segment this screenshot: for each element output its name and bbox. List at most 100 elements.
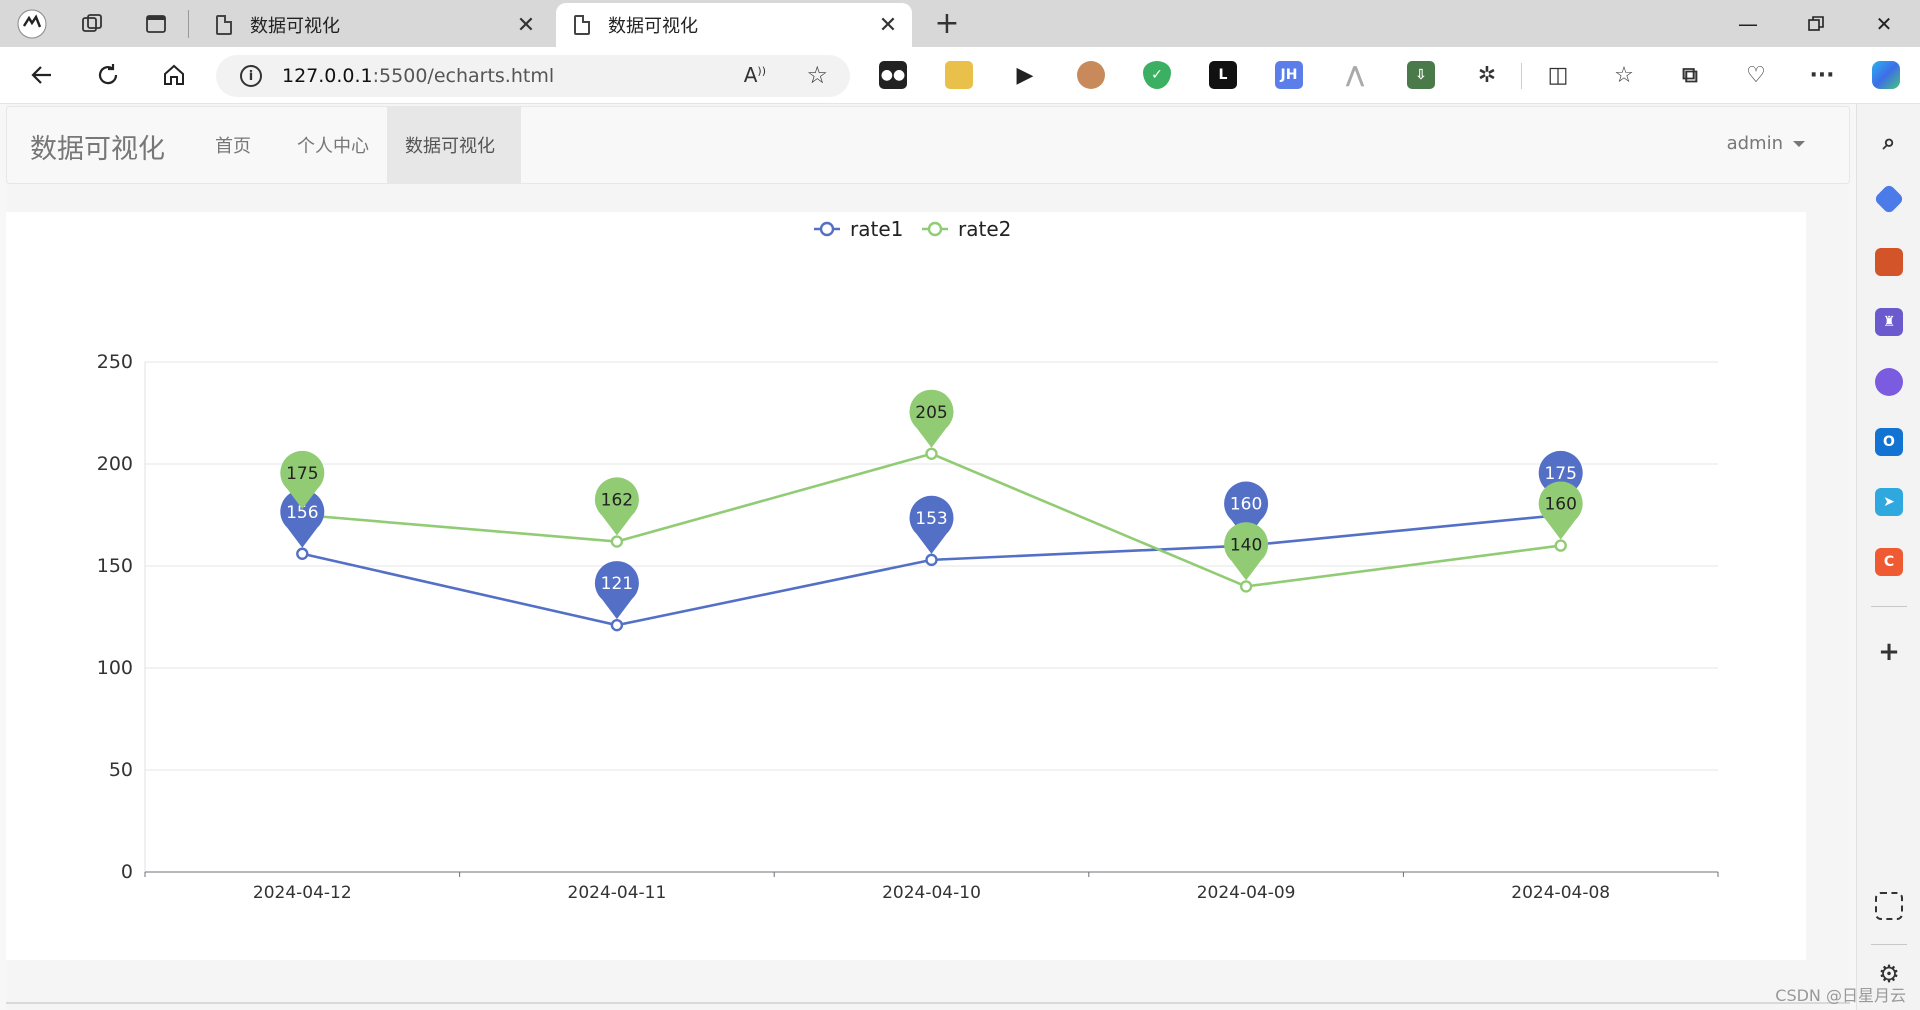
vertical-tabs-icon[interactable]: [140, 8, 172, 40]
value-pin-label: 121: [601, 574, 633, 594]
y-tick-label: 0: [121, 861, 133, 883]
y-tick-label: 150: [97, 555, 133, 577]
data-point-rate2: [1239, 580, 1253, 593]
y-tick-label: 50: [109, 759, 133, 781]
edge-sidebar: ⌕ ♜ O ➤ C + ⚙: [1856, 104, 1920, 1010]
page-content: 数据可视化 首页 个人中心 数据可视化 admin 0 50 100 150 200 25…: [6, 104, 1850, 1010]
browser-essentials-icon[interactable]: ♡: [1742, 61, 1770, 89]
restore-button[interactable]: [1786, 0, 1846, 47]
value-pin-label: 160: [1544, 495, 1576, 515]
tools-icon[interactable]: [1875, 248, 1903, 276]
x-tick-label: 2024-04-09: [1197, 883, 1296, 903]
address-bar[interactable]: i 127.0.0.1:5500/echarts.html A)) ☆: [216, 55, 850, 97]
data-point-rate2: [1554, 539, 1567, 552]
toolbar-separator: [1521, 63, 1522, 89]
y-tick-label: 250: [97, 351, 133, 373]
x-tick-label: 2024-04-10: [882, 883, 981, 903]
favorite-star-icon[interactable]: ☆: [806, 61, 828, 89]
browser-tab-2[interactable]: 数据可视化 ✕: [556, 3, 912, 47]
favorites-icon[interactable]: ☆: [1610, 61, 1638, 89]
legend-marker-rate1: [819, 221, 835, 237]
more-menu-icon[interactable]: ···: [1808, 61, 1836, 89]
browser-tab-1[interactable]: 数据可视化 ✕: [198, 3, 550, 47]
tab-title: 数据可视化: [608, 16, 698, 37]
play-extension-icon[interactable]: ▶: [1011, 61, 1039, 89]
site-navbar: 数据可视化 首页 个人中心 数据可视化 admin: [6, 106, 1850, 184]
extension-icon[interactable]: L: [1209, 61, 1237, 89]
games-icon[interactable]: ♜: [1875, 308, 1903, 336]
outlook-icon[interactable]: O: [1875, 428, 1903, 456]
site-brand[interactable]: 数据可视化: [30, 127, 165, 166]
browser-toolbar: i 127.0.0.1:5500/echarts.html A)) ☆ ●● ▶…: [0, 47, 1920, 104]
microsoft-365-icon[interactable]: [1875, 368, 1903, 396]
line-chart: 0 50 100 150 200 250 2024-04-12 2024-04-11 2024-…: [97, 217, 1719, 903]
tab-title: 数据可视化: [250, 16, 340, 37]
user-dropdown[interactable]: admin: [1727, 133, 1805, 154]
watermark: CSDN @日星月云: [1775, 986, 1906, 1005]
drop-icon[interactable]: ➤: [1875, 488, 1903, 516]
y-tick-label: 100: [97, 657, 133, 679]
legend-marker-rate2: [927, 221, 943, 237]
user-name: admin: [1726, 133, 1783, 154]
sidebar-separator: [1871, 606, 1907, 607]
tab-separator: [188, 10, 189, 38]
x-tick-label: 2024-04-12: [253, 883, 352, 903]
extensions-puzzle-icon[interactable]: ✲: [1473, 61, 1501, 89]
search-icon[interactable]: ⌕: [1875, 128, 1903, 156]
caret-down-icon: [1793, 140, 1805, 147]
extension-icon[interactable]: JH: [1275, 61, 1303, 89]
sidebar-separator: [1871, 944, 1907, 945]
value-pin-label: 205: [915, 403, 947, 423]
value-pin-label: 162: [601, 491, 633, 511]
screenshot-icon[interactable]: [1875, 892, 1903, 920]
add-icon[interactable]: +: [1875, 637, 1903, 667]
chart-container: 0 50 100 150 200 250 2024-04-12 2024-04-11 2024-…: [6, 212, 1806, 960]
document-icon: [216, 15, 232, 35]
workspaces-icon[interactable]: [76, 8, 108, 40]
back-button[interactable]: [24, 57, 60, 93]
data-point-rate1: [296, 547, 309, 560]
extension-icon[interactable]: ●●: [879, 61, 907, 89]
extension-icon[interactable]: ⋀: [1341, 61, 1369, 89]
close-tab-icon[interactable]: ✕: [874, 11, 902, 39]
url-path: :5500/echarts.html: [372, 65, 555, 87]
value-pin-label: 140: [1230, 535, 1262, 555]
profile-avatar-icon[interactable]: [16, 8, 48, 40]
extension-icon[interactable]: [945, 61, 973, 89]
close-tab-icon[interactable]: ✕: [512, 11, 540, 39]
download-extension-icon[interactable]: ⇩: [1407, 61, 1435, 89]
c-app-icon[interactable]: C: [1875, 548, 1903, 576]
shield-extension-icon[interactable]: ✓: [1143, 61, 1171, 89]
collections-icon[interactable]: ⧉: [1676, 61, 1704, 89]
new-tab-button[interactable]: +: [930, 6, 964, 41]
value-pin-label: 175: [286, 464, 318, 484]
site-info-icon[interactable]: i: [240, 65, 262, 87]
nav-item-profile[interactable]: 个人中心: [279, 107, 387, 183]
close-window-button[interactable]: ✕: [1854, 0, 1914, 47]
y-tick-label: 200: [97, 453, 133, 475]
split-screen-icon[interactable]: ◫: [1544, 61, 1572, 89]
page-bottom-border: [6, 1002, 1850, 1004]
data-point-rate2: [925, 447, 938, 461]
nav-item-visualization[interactable]: 数据可视化: [387, 107, 521, 183]
legend-label[interactable]: rate2: [958, 217, 1011, 241]
data-point-rate1: [925, 553, 938, 567]
nav-item-home[interactable]: 首页: [197, 107, 269, 183]
value-pin-label: 153: [915, 509, 947, 529]
data-point-rate2: [610, 535, 624, 548]
shopping-tag-icon[interactable]: [1873, 183, 1905, 215]
url-host: 127.0.0.1: [282, 65, 373, 87]
x-tick-label: 2024-04-11: [568, 883, 667, 903]
copilot-icon[interactable]: [1872, 61, 1900, 89]
value-pin-label: 160: [1230, 495, 1262, 515]
data-point-rate1: [610, 618, 624, 632]
read-aloud-icon[interactable]: A)): [744, 63, 766, 87]
browser-tab-bar: 数据可视化 ✕ 数据可视化 ✕ + — ✕: [0, 0, 1920, 47]
document-icon: [574, 15, 590, 35]
extension-icon[interactable]: [1077, 61, 1105, 89]
value-pin-label: 175: [1544, 464, 1576, 484]
legend-label[interactable]: rate1: [850, 217, 903, 241]
home-button[interactable]: [156, 57, 192, 93]
minimize-button[interactable]: —: [1718, 0, 1778, 47]
refresh-button[interactable]: [90, 57, 126, 93]
